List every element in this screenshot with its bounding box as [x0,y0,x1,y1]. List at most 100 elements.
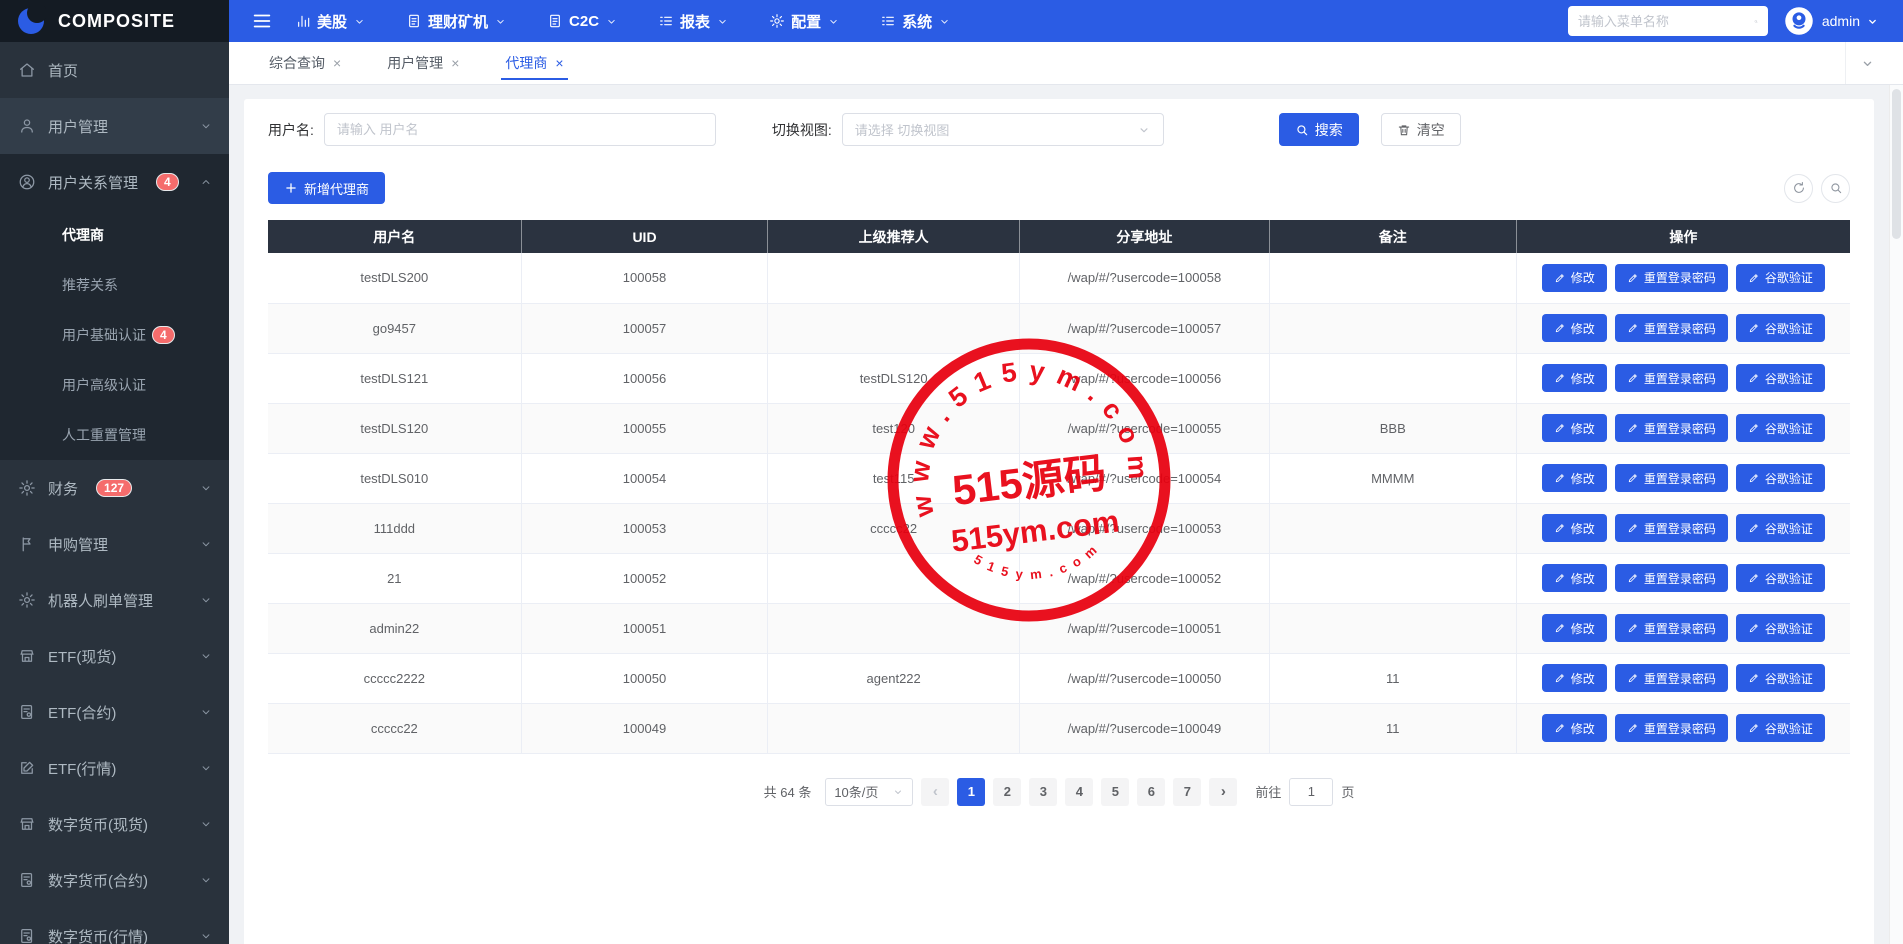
close-icon[interactable]: × [451,55,459,71]
action-button-修改[interactable]: 修改 [1541,314,1607,342]
action-button-谷歌验证[interactable]: 谷歌验证 [1735,514,1825,542]
close-icon[interactable]: × [333,55,341,71]
action-button-修改[interactable]: 修改 [1541,414,1607,442]
clear-button[interactable]: 清空 [1380,113,1461,146]
menu-search-box[interactable] [1567,6,1768,36]
page-button-3[interactable]: 3 [1029,777,1058,806]
sidebar-item-ETF(现货)[interactable]: ETF(现货) [0,628,229,684]
username-input[interactable] [323,113,716,146]
navbar-menu: 美股 理财矿机 C2C 报表 配置 系统 [295,11,951,32]
sidebar-item-申购管理[interactable]: 申购管理 [0,516,229,572]
table-row: go9457 100057/wap/#/?usercode=100057 修改 重置登… [268,303,1850,354]
add-agent-button[interactable]: 新增代理商 [268,172,386,204]
tab-综合查询[interactable]: 综合查询 × [269,42,341,84]
goto-page-input[interactable] [1289,777,1334,806]
action-button-修改[interactable]: 修改 [1541,564,1607,592]
nav-item-美股[interactable]: 美股 [295,11,366,32]
action-button-修改[interactable]: 修改 [1541,664,1607,692]
action-button-修改[interactable]: 修改 [1541,614,1607,642]
sidebar-subitem-代理商[interactable]: 代理商 [0,210,229,260]
sidebar-subitem-label: 人工重置管理 [62,427,146,443]
search-icon[interactable] [1754,14,1758,29]
next-page-button[interactable]: › [1209,777,1238,806]
tab-用户管理[interactable]: 用户管理 × [387,42,459,84]
sidebar-item-机器人刷单管理[interactable]: 机器人刷单管理 [0,572,229,628]
action-button-重置登录密码[interactable]: 重置登录密码 [1614,714,1728,742]
action-button-重置登录密码[interactable]: 重置登录密码 [1614,614,1728,642]
nav-item-理财矿机[interactable]: 理财矿机 [406,11,507,32]
nav-item-系统[interactable]: 系统 [880,11,951,32]
action-button-重置登录密码[interactable]: 重置登录密码 [1614,514,1728,542]
share-url-cell: /wap/#/?usercode=100055 [1018,403,1270,454]
page-button-6[interactable]: 6 [1137,777,1166,806]
user-menu[interactable]: admin [1822,13,1879,29]
sidebar-item-数字货币(合约)[interactable]: 数字货币(合约) [0,852,229,908]
action-button-重置登录密码[interactable]: 重置登录密码 [1614,314,1728,342]
tab-label: 综合查询 [269,55,325,71]
action-button-谷歌验证[interactable]: 谷歌验证 [1735,564,1825,592]
column-search-button[interactable] [1821,173,1850,203]
action-button-谷歌验证[interactable]: 谷歌验证 [1735,364,1825,392]
pencil-icon [1555,574,1564,583]
action-button-修改[interactable]: 修改 [1541,464,1607,492]
page-button-5[interactable]: 5 [1101,777,1130,806]
page-button-4[interactable]: 4 [1065,777,1094,806]
refresh-button[interactable] [1784,173,1813,203]
close-icon[interactable]: × [555,55,563,71]
nav-item-报表[interactable]: 报表 [658,11,729,32]
action-button-谷歌验证[interactable]: 谷歌验证 [1735,714,1825,742]
nav-item-配置[interactable]: 配置 [769,11,840,32]
scrollbar[interactable] [1889,85,1903,944]
sidebar-subitem-人工重置管理[interactable]: 人工重置管理 [0,410,229,460]
page-button-7[interactable]: 7 [1173,777,1202,806]
doc-icon [409,14,419,28]
sidebar-item-用户关系管理[interactable]: 用户关系管理 4 [0,154,229,210]
action-button-谷歌验证[interactable]: 谷歌验证 [1735,414,1825,442]
action-button-重置登录密码[interactable]: 重置登录密码 [1614,263,1728,292]
page-button-2[interactable]: 2 [993,777,1022,806]
chev-down-icon [356,19,363,24]
tab-代理商[interactable]: 代理商 × [501,42,568,84]
action-button-谷歌验证[interactable]: 谷歌验证 [1735,664,1825,692]
search-button[interactable]: 搜索 [1278,113,1359,146]
sidebar-item-ETF(合约)[interactable]: ETF(合约) [0,684,229,740]
trash-icon [1398,124,1409,135]
table-row: admin22 100051/wap/#/?usercode=100051 修改 重置… [268,603,1850,654]
sidebar-item-首页[interactable]: 首页 [0,42,229,98]
sidebar-item-财务[interactable]: 财务 127 [0,460,229,516]
action-button-谷歌验证[interactable]: 谷歌验证 [1735,464,1825,492]
action-button-重置登录密码[interactable]: 重置登录密码 [1614,364,1728,392]
sidebar-subitem-推荐关系[interactable]: 推荐关系 [0,260,229,310]
sidebar-item-数字货币(现货)[interactable]: 数字货币(现货) [0,796,229,852]
tab-list-dropdown[interactable] [1845,42,1888,84]
sidebar-item-用户管理[interactable]: 用户管理 [0,98,229,154]
action-button-修改[interactable]: 修改 [1541,514,1607,542]
referrer-cell: agent222 [767,653,1020,704]
action-button-谷歌验证[interactable]: 谷歌验证 [1735,263,1825,292]
hamburger-icon[interactable] [251,10,273,32]
action-button-重置登录密码[interactable]: 重置登录密码 [1614,564,1728,592]
page-button-1[interactable]: 1 [957,777,986,806]
scrollbar-thumb[interactable] [1892,89,1901,239]
action-button-重置登录密码[interactable]: 重置登录密码 [1614,664,1728,692]
action-button-修改[interactable]: 修改 [1541,364,1607,392]
avatar[interactable] [1784,6,1814,36]
action-button-重置登录密码[interactable]: 重置登录密码 [1614,464,1728,492]
action-button-修改[interactable]: 修改 [1541,263,1607,292]
prev-page-button[interactable]: ‹ [921,777,950,806]
referrer-cell [767,303,1020,354]
action-button-修改[interactable]: 修改 [1541,714,1607,742]
nav-item-C2C[interactable]: C2C [547,13,618,30]
referrer-cell [767,703,1020,754]
action-button-谷歌验证[interactable]: 谷歌验证 [1735,614,1825,642]
sidebar-subitem-用户高级认证[interactable]: 用户高级认证 [0,360,229,410]
action-button-重置登录密码[interactable]: 重置登录密码 [1614,414,1728,442]
view-select[interactable]: 请选择 切换视图 [841,113,1164,146]
page-size-select[interactable]: 10条/页 [825,777,914,806]
column-header-UID: UID [521,220,769,253]
sidebar-item-ETF(行情)[interactable]: ETF(行情) [0,740,229,796]
menu-search-input[interactable] [1577,13,1754,29]
action-button-谷歌验证[interactable]: 谷歌验证 [1735,314,1825,342]
sidebar-item-数字货币(行情)[interactable]: 数字货币(行情) [0,908,229,944]
sidebar-subitem-用户基础认证[interactable]: 用户基础认证 4 [0,310,229,360]
